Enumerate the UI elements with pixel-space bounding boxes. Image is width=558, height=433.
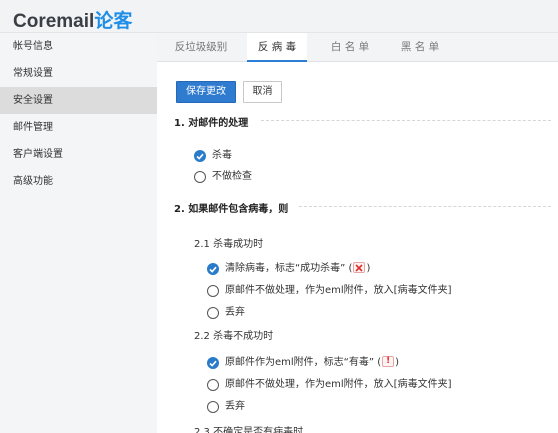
virus-warning-flag-icon: ! <box>382 356 395 367</box>
subsection-clean-failed-title: 2.2 杀毒不成功时 <box>194 331 274 342</box>
radio-unchecked-icon[interactable] <box>207 401 219 413</box>
section-divider <box>299 206 551 207</box>
sidebar-item-mail-management[interactable]: 邮件管理 <box>0 114 157 141</box>
option-label: 杀毒 <box>212 150 232 161</box>
top-bar: Coremail论客 <box>0 0 558 33</box>
tab-anti-virus[interactable]: 反 病 毒 <box>247 33 307 62</box>
radio-unchecked-icon[interactable] <box>207 379 219 391</box>
option-label: 不做检查 <box>212 171 252 182</box>
virus-cleaned-flag-icon <box>353 262 366 273</box>
radio-checked-icon[interactable] <box>207 263 219 275</box>
coremail-logo: Coremail论客 <box>13 6 132 33</box>
tab-whitelist[interactable]: 白 名 单 <box>319 33 381 62</box>
radio-checked-icon[interactable] <box>207 357 219 369</box>
subsection-uncertain-title: 2.3 不确定是否有病毒时 <box>194 427 304 433</box>
sidebar-item-security-settings[interactable]: 安全设置 <box>0 87 157 114</box>
settings-sidebar: 帐号信息 常规设置 安全设置 邮件管理 客户端设置 高级功能 <box>0 33 157 433</box>
logo-text: Coremail <box>13 11 95 32</box>
security-tabs: 反垃圾级别 反 病 毒 白 名 单 黑 名 单 <box>157 33 558 62</box>
radio-unchecked-icon[interactable] <box>207 285 219 297</box>
sidebar-item-account-info[interactable]: 帐号信息 <box>0 33 157 60</box>
option-label: 原邮件不做处理，作为eml附件，放入[病毒文件夹] <box>225 379 452 390</box>
option-label: 原邮件不做处理，作为eml附件，放入[病毒文件夹] <box>225 285 452 296</box>
radio-unchecked-icon[interactable] <box>194 171 206 183</box>
subsection-clean-success-title: 2.1 杀毒成功时 <box>194 239 264 250</box>
section-mail-handling-title: 1. 对邮件的处理 <box>174 118 249 129</box>
option-label: 丢弃 <box>225 401 245 412</box>
option-label: 清除病毒，标志“成功杀毒” () <box>225 262 371 274</box>
sidebar-item-general-settings[interactable]: 常规设置 <box>0 60 157 87</box>
anti-virus-panel: 保存更改 取消 1. 对邮件的处理 杀毒 不做检查 2. 如果邮件包含病毒，则 … <box>157 62 558 433</box>
save-button[interactable]: 保存更改 <box>176 81 236 103</box>
tab-blacklist[interactable]: 黑 名 单 <box>389 33 451 62</box>
option-label: 丢弃 <box>225 307 245 318</box>
tab-anti-spam[interactable]: 反垃圾级别 <box>165 33 237 62</box>
radio-checked-icon[interactable] <box>194 150 206 162</box>
cancel-button[interactable]: 取消 <box>243 81 282 103</box>
logo-text-cn: 论客 <box>94 11 133 32</box>
option-label: 原邮件作为eml附件，标志“有毒” (!) <box>225 356 400 368</box>
radio-unchecked-icon[interactable] <box>207 307 219 319</box>
sidebar-item-client-settings[interactable]: 客户端设置 <box>0 141 157 168</box>
section-if-virus-title: 2. 如果邮件包含病毒，则 <box>174 204 289 215</box>
sidebar-item-advanced[interactable]: 高级功能 <box>0 168 157 195</box>
section-divider <box>261 120 551 121</box>
